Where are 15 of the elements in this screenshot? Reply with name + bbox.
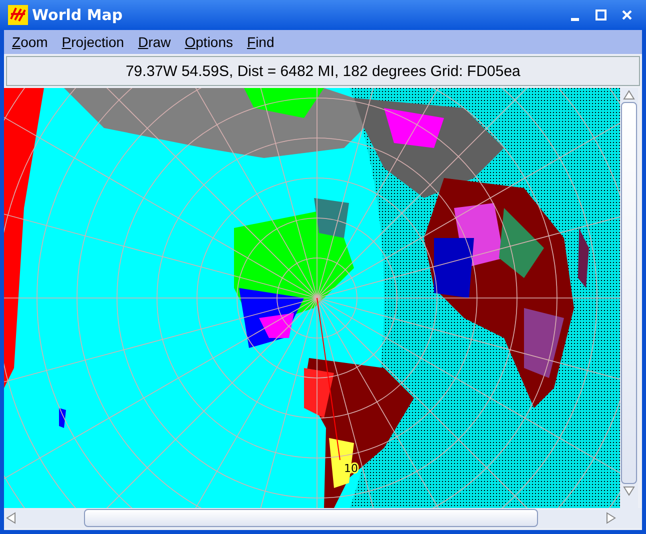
maximize-icon bbox=[595, 9, 607, 21]
menu-item[interactable]: Options bbox=[182, 34, 235, 50]
close-icon bbox=[621, 9, 633, 21]
minimize-icon bbox=[571, 18, 579, 20]
scroll-left-icon[interactable] bbox=[4, 511, 18, 525]
scroll-right-icon[interactable] bbox=[604, 511, 618, 525]
vertical-scroll-thumb[interactable] bbox=[621, 102, 637, 484]
menu-item[interactable]: Zoom bbox=[10, 34, 50, 50]
menu-item[interactable]: Find bbox=[245, 34, 276, 50]
status-text: 79.37W 54.59S, Dist = 6482 MI, 182 degrees Grid: FD05ea bbox=[6, 56, 640, 86]
menu-item[interactable]: Draw bbox=[136, 34, 173, 50]
horizontal-scroll-thumb[interactable] bbox=[84, 509, 538, 527]
menu-item[interactable]: Projection bbox=[60, 34, 126, 50]
app-logo-icon bbox=[8, 5, 28, 25]
window-title: World Map bbox=[32, 6, 124, 24]
